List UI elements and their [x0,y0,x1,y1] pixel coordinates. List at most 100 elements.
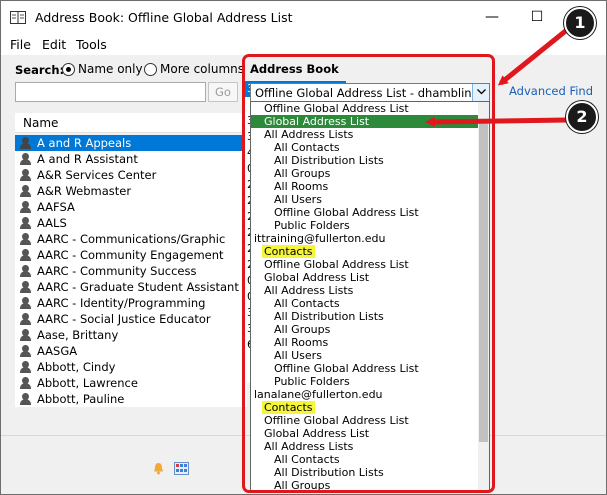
dropdown-option-label: All Contacts [274,297,340,310]
dropdown-option[interactable]: Offline Global Address List [251,258,489,271]
dropdown-option-label: ittraining@fullerton.edu [254,232,386,245]
dropdown-options: Offline Global Address List Global Addres… [251,102,489,490]
menu-edit[interactable]: Edit [42,37,66,52]
list-item[interactable]: AARC - Social Justice Educator [15,311,247,327]
list-item[interactable]: Abbott, Lawrence [15,375,247,391]
dropdown-option-label: All Groups [274,167,331,180]
dropdown-option[interactable]: Global Address List [251,271,489,284]
dropdown-option[interactable]: All Distribution Lists [251,154,489,167]
dropdown-option[interactable]: All Contacts [251,297,489,310]
dropdown-option[interactable]: All Address Lists [251,284,489,297]
list-item[interactable]: Aase, Brittany [15,327,247,343]
window-title: Address Book: Offline Global Address Lis… [35,10,293,25]
name-only-radio[interactable] [62,63,75,76]
dropdown-option[interactable]: Contacts [251,245,489,258]
dropdown-option[interactable]: Offline Global Address List [251,414,489,427]
contact-name: A and R Assistant [37,152,138,166]
address-book-combo[interactable]: Offline Global Address List - dhamblin@f… [250,83,490,102]
dropdown-option[interactable]: Global Address List [251,115,489,128]
list-item[interactable]: AARC - Community Engagement [15,247,247,263]
menu-file[interactable]: File [10,37,31,52]
menu-tools[interactable]: Tools [76,37,107,52]
list-item[interactable]: A and R Assistant [15,151,247,167]
list-item[interactable]: AASGA [15,343,247,359]
dropdown-option[interactable]: Offline Global Address List [251,362,489,375]
dropdown-option[interactable]: All Rooms [251,336,489,349]
list-item[interactable]: A and R Appeals [15,135,247,151]
maximize-button[interactable]: ☐ [522,5,552,29]
more-columns-radio[interactable] [144,63,157,76]
combo-value: Offline Global Address List - dhamblin@f… [255,86,473,100]
list-item[interactable]: AALS [15,215,247,231]
contact-name: AAFSA [37,200,75,214]
dropdown-option[interactable]: lanalane@fullerton.edu [251,388,489,401]
dropdown-option[interactable]: All Groups [251,323,489,336]
address-list: A and R Appeals A and R Assistant A&R Serv… [15,135,247,407]
dropdown-scrollbar[interactable] [478,102,489,490]
dropdown-option[interactable]: All Contacts [251,141,489,154]
list-item[interactable]: AARC - Graduate Student Assistant [15,279,247,295]
name-column-header[interactable]: Name [15,113,247,133]
contact-name: A and R Appeals [37,136,132,150]
dropdown-option[interactable]: Public Folders [251,219,489,232]
go-button[interactable]: Go [208,82,238,102]
dropdown-option[interactable]: All Rooms [251,180,489,193]
dropdown-option[interactable]: Offline Global Address List [251,102,489,115]
name-only-label[interactable]: Name only [78,62,143,76]
dropdown-option-label: Global Address List [264,271,370,284]
dropdown-option[interactable]: All Contacts [251,453,489,466]
title-bar: Address Book: Offline Global Address Lis… [1,1,606,33]
contact-name: AARC - Community Engagement [37,248,224,262]
dropdown-option[interactable]: Contacts [251,401,489,414]
contact-name: AARC - Social Justice Educator [37,312,211,326]
address-book-label: Address Book [250,62,339,76]
contact-person-icon [20,265,31,277]
search-label: Search: [15,63,65,77]
contact-person-icon [20,137,31,149]
bell-icon [154,463,163,475]
grid-app-icon [174,462,189,475]
dropdown-option[interactable]: All Address Lists [251,128,489,141]
contact-person-icon [20,249,31,261]
list-item[interactable]: AARC - Community Success [15,263,247,279]
more-columns-label[interactable]: More columns [160,62,244,76]
dropdown-option[interactable]: All Groups [251,479,489,490]
dropdown-option-label: lanalane@fullerton.edu [254,388,383,401]
dropdown-option[interactable]: Public Folders [251,375,489,388]
contact-name: A&R Services Center [37,168,157,182]
dropdown-option[interactable]: All Distribution Lists [251,310,489,323]
dropdown-option[interactable]: All Groups [251,167,489,180]
dropdown-option[interactable]: All Users [251,349,489,362]
dropdown-option-label: Public Folders [274,219,350,232]
search-pane: Search: Name only More columns Go Name A… [1,55,247,435]
dropdown-option-label: All Users [274,193,322,206]
search-input[interactable] [15,82,206,102]
list-item[interactable]: A&R Webmaster [15,183,247,199]
dropdown-option[interactable]: All Address Lists [251,440,489,453]
contact-person-icon [20,153,31,165]
address-book-dropdown: Offline Global Address List Global Addres… [250,101,490,491]
list-item[interactable]: Abbott, Pauline [15,391,247,407]
dropdown-option[interactable]: All Distribution Lists [251,466,489,479]
dropdown-option-label: All Users [274,349,322,362]
contact-name: AARC - Identity/Programming [37,296,206,310]
advanced-find-link[interactable]: Advanced Find [509,84,593,98]
contact-person-icon [20,217,31,229]
list-item[interactable]: AAFSA [15,199,247,215]
list-item[interactable]: AARC - Communications/Graphic [15,231,247,247]
minimize-button[interactable]: — [477,5,507,29]
dropdown-option-label: Global Address List [264,427,370,440]
dropdown-option[interactable]: Global Address List [251,427,489,440]
list-item[interactable]: A&R Services Center [15,167,247,183]
dropdown-scroll-thumb[interactable] [479,122,488,442]
dropdown-option[interactable]: Offline Global Address List [251,206,489,219]
list-item[interactable]: Abbott, Cindy [15,359,247,375]
dropdown-option-label: All Distribution Lists [274,310,384,323]
list-item[interactable]: AARC - Identity/Programming [15,295,247,311]
dropdown-option[interactable]: All Users [251,193,489,206]
name-column-label: Name [23,116,59,130]
combo-dropdown-button[interactable] [472,84,489,101]
contact-person-icon [20,201,31,213]
dropdown-option[interactable]: ittraining@fullerton.edu [251,232,489,245]
contact-person-icon [20,297,31,309]
